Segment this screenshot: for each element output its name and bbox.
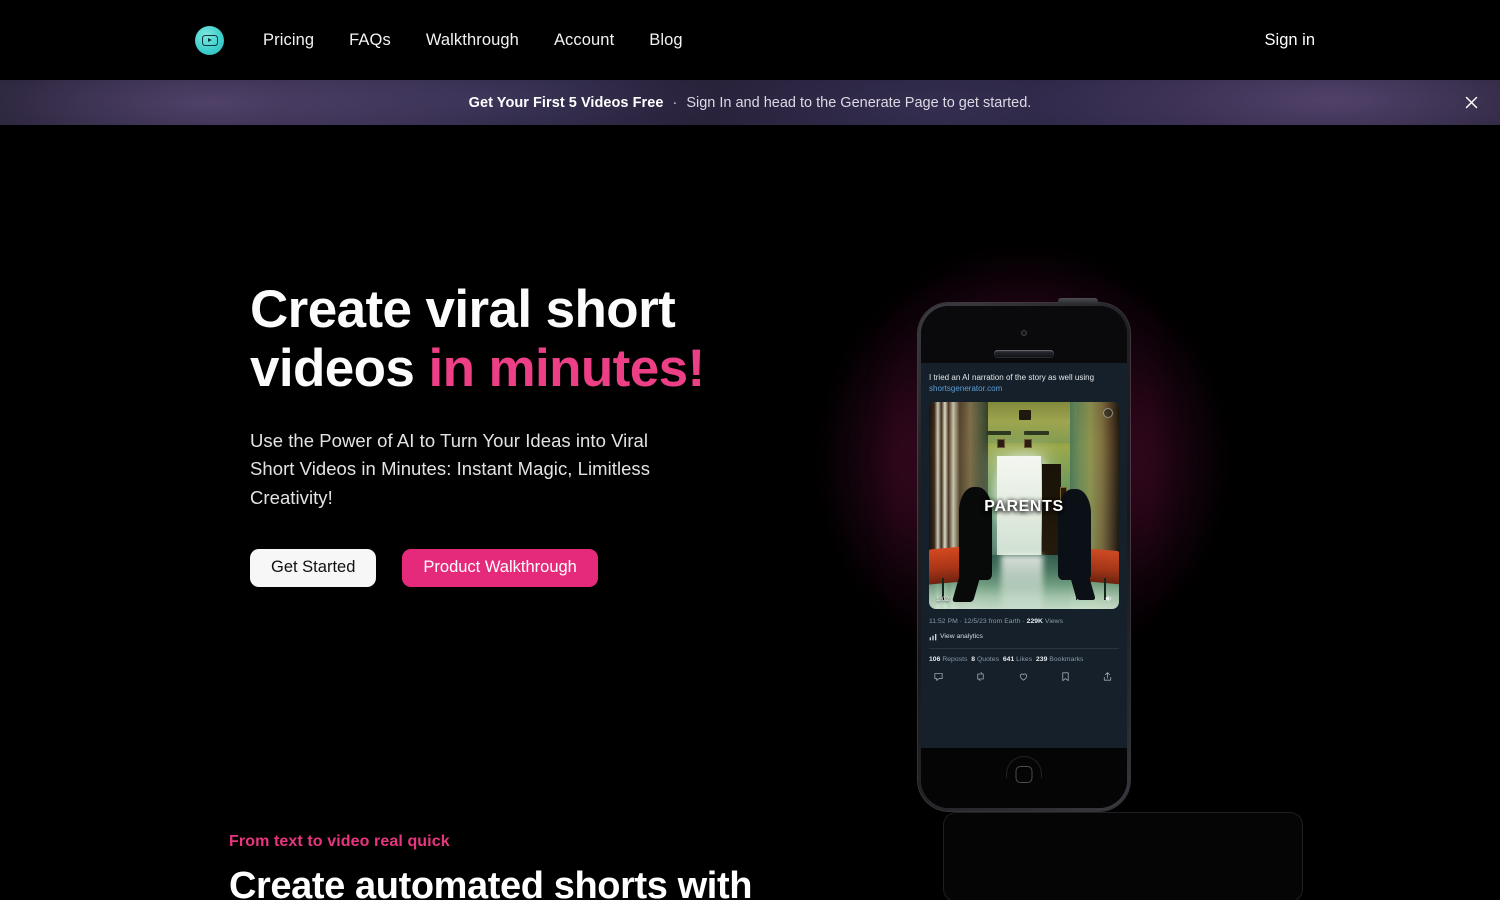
share-icon[interactable] — [1102, 671, 1113, 682]
repost-icon[interactable] — [975, 671, 986, 682]
tweet-body-text: I tried an AI narration of the story as … — [929, 372, 1119, 395]
features-eyebrow: From text to video real quick — [229, 833, 450, 850]
promo-banner: Get Your First 5 Videos Free · Sign In a… — [0, 80, 1500, 125]
tweet-card: I tried an AI narration of the story as … — [921, 363, 1127, 748]
close-icon[interactable] — [1459, 91, 1483, 115]
play-circle-logo-icon[interactable] — [195, 25, 224, 55]
hero-copy: Create viral short videos in minutes! Us… — [250, 280, 770, 587]
phone-bezel-top — [921, 306, 1127, 363]
quotes-count: 8 — [971, 655, 976, 663]
tweet-time: 11:52 PM — [929, 617, 958, 625]
hero-heading-accent: in minutes! — [428, 339, 705, 399]
bar-chart-icon — [929, 633, 937, 641]
navbar-left-group: Pricing FAQs Walkthrough Account Blog — [195, 25, 683, 55]
bookmarks-label: Bookmarks — [1049, 655, 1084, 663]
features-preview-card — [943, 812, 1303, 900]
camera-icon — [1021, 330, 1027, 336]
sign-in-link[interactable]: Sign in — [1265, 31, 1315, 49]
likes-count: 641 — [1002, 655, 1015, 663]
nav-link-faqs[interactable]: FAQs — [349, 31, 391, 50]
tweet-date: 12/5/23 — [963, 617, 987, 625]
tweet-action-bar — [929, 671, 1119, 682]
nav-link-account[interactable]: Account — [554, 31, 614, 50]
promo-banner-separator: · — [672, 94, 678, 111]
navbar-links: Pricing FAQs Walkthrough Account Blog — [263, 31, 683, 50]
wall-sign — [997, 438, 1005, 449]
nav-link-blog[interactable]: Blog — [649, 31, 682, 50]
tweet-divider — [929, 647, 1119, 649]
product-walkthrough-button[interactable]: Product Walkthrough — [402, 548, 598, 587]
ceiling-panel — [986, 430, 1011, 436]
like-heart-icon[interactable] — [1018, 671, 1029, 682]
phone-frame: I tried an AI narration of the story as … — [918, 298, 1130, 811]
quotes-label: Quotes — [976, 655, 1000, 663]
ceiling-panel — [1024, 430, 1049, 436]
top-navbar: Pricing FAQs Walkthrough Account Blog Si… — [0, 0, 1500, 80]
tweet-metadata: 11:52 PM · 12/5/23 from Earth · 229K Vie… — [929, 617, 1064, 625]
hero-subheading: Use the Power of AI to Turn Your Ideas i… — [250, 429, 651, 509]
landing-page: Pricing FAQs Walkthrough Account Blog Si… — [0, 0, 1500, 900]
reposts-count: 106 — [929, 655, 941, 663]
reply-icon[interactable] — [933, 671, 944, 682]
view-analytics-label: View analytics — [940, 633, 983, 641]
hero-heading: Create viral short videos in minutes! — [250, 280, 770, 399]
wall-sign — [1024, 438, 1032, 449]
phone-screen: I tried an AI narration of the story as … — [921, 306, 1127, 808]
tweet-video-thumbnail[interactable]: PARENTS 1:02 — [929, 401, 1119, 609]
video-caption-overlay: PARENTS — [984, 498, 1064, 516]
promo-banner-headline: Get Your First 5 Videos Free — [468, 94, 664, 111]
get-started-button[interactable]: Get Started — [250, 548, 377, 587]
nav-link-walkthrough[interactable]: Walkthrough — [426, 31, 519, 50]
ceiling-vent — [1019, 409, 1031, 421]
sound-on-icon[interactable] — [1103, 594, 1113, 604]
tweet-source: from Earth — [988, 617, 1021, 625]
video-duration-label: 1:02 — [936, 595, 950, 603]
floor-light-reflection — [1001, 554, 1043, 609]
promo-banner-content: Get Your First 5 Videos Free · Sign In a… — [469, 95, 1032, 111]
likes-label: Likes — [1016, 655, 1033, 663]
phone-power-button — [1058, 298, 1098, 304]
promo-banner-message: Sign In and head to the Generate Page to… — [686, 94, 1032, 111]
tweet-engagement-counts: 106 Reposts 8 Quotes 641 Likes 239 Bookm… — [929, 656, 1119, 663]
tweet-link[interactable]: shortsgenerator.com — [929, 384, 1002, 393]
navbar-right-group: Sign in — [1265, 31, 1315, 50]
phone-mockup: I tried an AI narration of the story as … — [743, 150, 1303, 811]
hero-cta-group: Get Started Product Walkthrough — [250, 548, 770, 587]
media-corner-badge-icon[interactable] — [1103, 407, 1113, 418]
features-heading: Create automated shorts with — [229, 865, 753, 900]
logo-play-glyph — [201, 34, 218, 46]
nav-link-pricing[interactable]: Pricing — [263, 31, 314, 50]
tweet-views-count: 229K — [1026, 617, 1043, 625]
home-button[interactable] — [1015, 766, 1033, 783]
bookmark-icon[interactable] — [1060, 671, 1071, 682]
hero-section: Create viral short videos in minutes! Us… — [0, 125, 1500, 811]
bookmarks-count: 239 — [1035, 655, 1048, 663]
tweet-views-label: Views — [1044, 617, 1064, 625]
tweet-text-content: I tried an AI narration of the story as … — [929, 373, 1095, 382]
reposts-label: Reposts — [942, 655, 968, 663]
earpiece-speaker — [994, 350, 1054, 357]
view-analytics-row[interactable]: View analytics — [929, 633, 1119, 641]
